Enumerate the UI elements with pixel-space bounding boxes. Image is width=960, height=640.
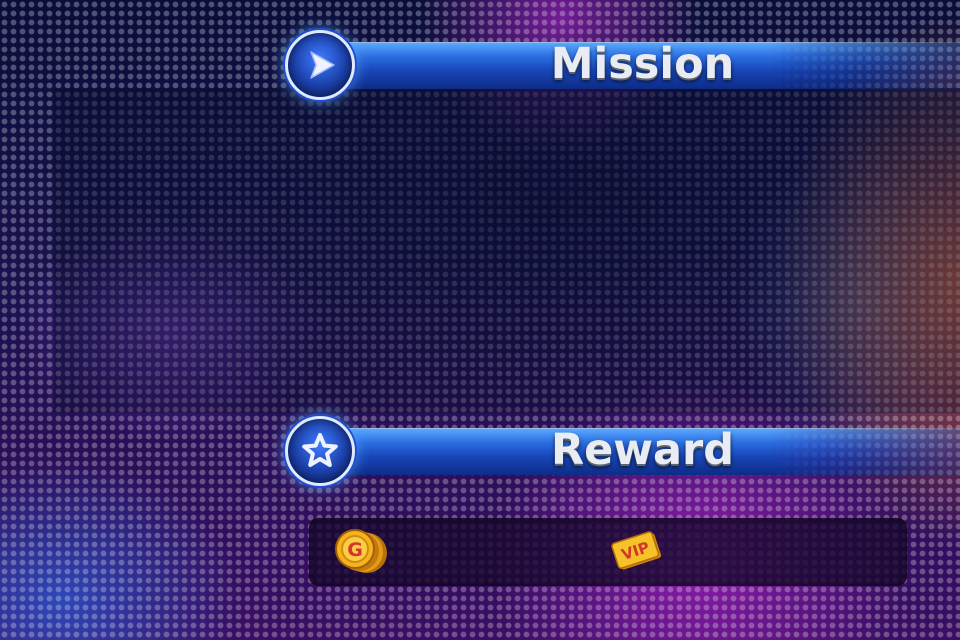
game-screen: { "mission": { "title": "Mission", "icon… (0, 0, 960, 640)
reward-items-panel: G VIP (309, 518, 907, 586)
play-arrow-icon (310, 51, 335, 79)
reward-title: Reward (550, 425, 734, 475)
gold-coin-reward[interactable]: G (335, 526, 395, 582)
coin-letter: G (347, 539, 363, 561)
mission-header: Mission (285, 30, 960, 102)
reward-badge (285, 416, 355, 486)
star-icon (302, 433, 338, 467)
gold-coin-stack-icon: G (335, 529, 387, 573)
reward-header: Reward (285, 416, 960, 488)
mission-content-area (54, 88, 960, 413)
mission-title: Mission (550, 39, 735, 89)
mission-badge (285, 30, 355, 100)
vip-reward[interactable]: VIP (607, 526, 671, 582)
vip-ticket-icon: VIP (611, 531, 661, 570)
